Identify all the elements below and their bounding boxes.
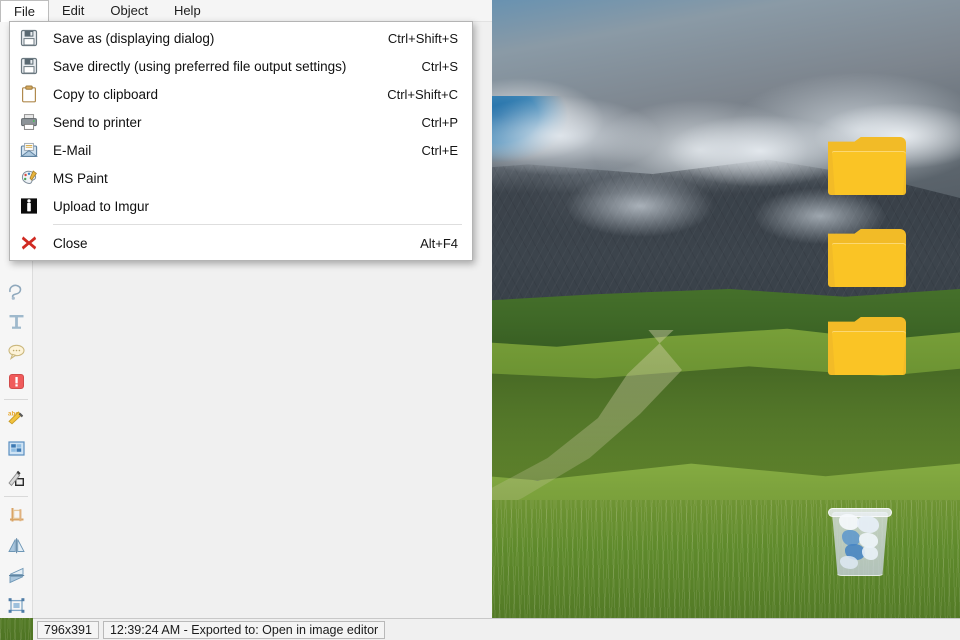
menu-item-label: Close bbox=[53, 235, 88, 251]
menu-item-label: Upload to Imgur bbox=[53, 198, 150, 214]
menu-item-shortcut: Ctrl+P bbox=[421, 114, 458, 130]
menu-item-save-directly[interactable]: Save directly (using preferred file outp… bbox=[10, 52, 472, 80]
desktop-folder-2[interactable] bbox=[828, 225, 906, 287]
lasso-select-icon bbox=[8, 284, 21, 300]
status-dimensions: 796x391 bbox=[37, 620, 99, 639]
menu-item-label: MS Paint bbox=[53, 170, 108, 186]
recycle-bin-paper bbox=[840, 556, 858, 569]
menu-item-ms-paint[interactable]: MS Paint bbox=[10, 164, 472, 192]
speech-bubble-icon bbox=[7, 344, 25, 360]
tool-flip-horizontal[interactable] bbox=[2, 530, 31, 560]
folder-icon-front bbox=[832, 151, 906, 195]
menu-item-label: Save directly (using preferred file outp… bbox=[53, 58, 347, 74]
printer-icon bbox=[18, 111, 40, 133]
status-message: 12:39:24 AM - Exported to: Open in image… bbox=[102, 620, 386, 639]
menu-item-label: Copy to clipboard bbox=[53, 86, 159, 102]
crop-icon bbox=[9, 507, 23, 521]
status-bar: 796x391 12:39:24 AM - Exported to: Open … bbox=[33, 618, 960, 640]
clipboard-icon bbox=[18, 83, 40, 105]
menu-item-close[interactable]: Close Alt+F4 bbox=[10, 229, 472, 257]
tool-select-region[interactable] bbox=[2, 276, 31, 306]
email-icon bbox=[18, 139, 40, 161]
menu-item-save-as[interactable]: Save as (displaying dialog) Ctrl+Shift+S bbox=[10, 24, 472, 52]
effects-icon bbox=[7, 470, 24, 486]
tool-crop[interactable] bbox=[2, 500, 31, 530]
paint-palette-icon bbox=[18, 167, 40, 189]
recycle-bin-paper bbox=[862, 546, 878, 560]
file-dropdown-menu: Save as (displaying dialog) Ctrl+Shift+S… bbox=[9, 21, 473, 261]
recycle-bin-paper bbox=[857, 516, 879, 533]
floppy-disk-icon bbox=[18, 55, 40, 77]
menu-item-label: Send to printer bbox=[53, 114, 142, 130]
recycle-bin-rim bbox=[828, 508, 892, 517]
menubar-label: Edit bbox=[61, 3, 85, 18]
close-red-x-icon bbox=[18, 232, 40, 254]
recycle-bin-paper bbox=[839, 514, 859, 530]
tool-obfuscate[interactable] bbox=[2, 433, 31, 463]
flip-vertical-icon bbox=[8, 567, 24, 583]
folder-icon-front bbox=[832, 243, 906, 287]
menu-item-copy-to-clipboard[interactable]: Copy to clipboard Ctrl+Shift+C bbox=[10, 80, 472, 108]
menu-bar: File Edit Object Help bbox=[0, 0, 492, 22]
tool-highlight[interactable]: abc bbox=[2, 403, 31, 433]
toolbar-separator bbox=[4, 496, 28, 497]
menubar-item-edit[interactable]: Edit bbox=[49, 0, 97, 21]
menubar-item-object[interactable]: Object bbox=[97, 0, 161, 21]
imgur-icon bbox=[18, 195, 40, 217]
menu-item-shortcut: Ctrl+E bbox=[421, 142, 458, 158]
menubar-label: Object bbox=[110, 3, 148, 18]
menubar-label: Help bbox=[173, 3, 201, 18]
menu-item-label: Save as (displaying dialog) bbox=[53, 30, 215, 46]
folder-icon-front bbox=[832, 331, 906, 375]
tool-effects[interactable] bbox=[2, 463, 31, 493]
step-counter-icon bbox=[8, 373, 24, 389]
menubar-item-help[interactable]: Help bbox=[161, 0, 214, 21]
desktop-folder-1[interactable] bbox=[828, 133, 906, 195]
tool-add-text[interactable] bbox=[2, 306, 31, 336]
screen-root: abc File Edit Object Help 796x391 12:39:… bbox=[0, 0, 960, 640]
menu-item-shortcut: Ctrl+Shift+C bbox=[387, 86, 458, 102]
tool-flip-vertical[interactable] bbox=[2, 560, 31, 590]
menu-item-send-to-printer[interactable]: Send to printer Ctrl+P bbox=[10, 108, 472, 136]
menu-item-label: E-Mail bbox=[53, 142, 92, 158]
obfuscate-icon bbox=[7, 440, 25, 456]
tool-step-counter[interactable] bbox=[2, 366, 31, 396]
menu-item-shortcut: Ctrl+S bbox=[421, 58, 458, 74]
menu-separator bbox=[53, 224, 462, 225]
tool-speech-bubble[interactable] bbox=[2, 336, 31, 366]
toolbar-separator bbox=[4, 399, 28, 400]
flip-horizontal-icon bbox=[7, 537, 25, 553]
menu-item-email[interactable]: E-Mail Ctrl+E bbox=[10, 136, 472, 164]
text-tool-icon bbox=[9, 314, 23, 329]
menubar-item-file[interactable]: File bbox=[0, 0, 49, 22]
desktop-folder-3[interactable] bbox=[828, 313, 906, 375]
floppy-disk-icon bbox=[18, 27, 40, 49]
highlighter-icon: abc bbox=[8, 411, 24, 425]
menu-item-upload-to-imgur[interactable]: Upload to Imgur bbox=[10, 192, 472, 220]
menubar-label: File bbox=[14, 4, 35, 19]
auto-crop-icon bbox=[8, 597, 24, 613]
recycle-bin-icon[interactable] bbox=[826, 502, 894, 580]
tool-auto-crop[interactable] bbox=[2, 590, 31, 620]
menu-item-shortcut: Ctrl+Shift+S bbox=[387, 30, 458, 46]
menu-item-shortcut: Alt+F4 bbox=[420, 235, 458, 251]
